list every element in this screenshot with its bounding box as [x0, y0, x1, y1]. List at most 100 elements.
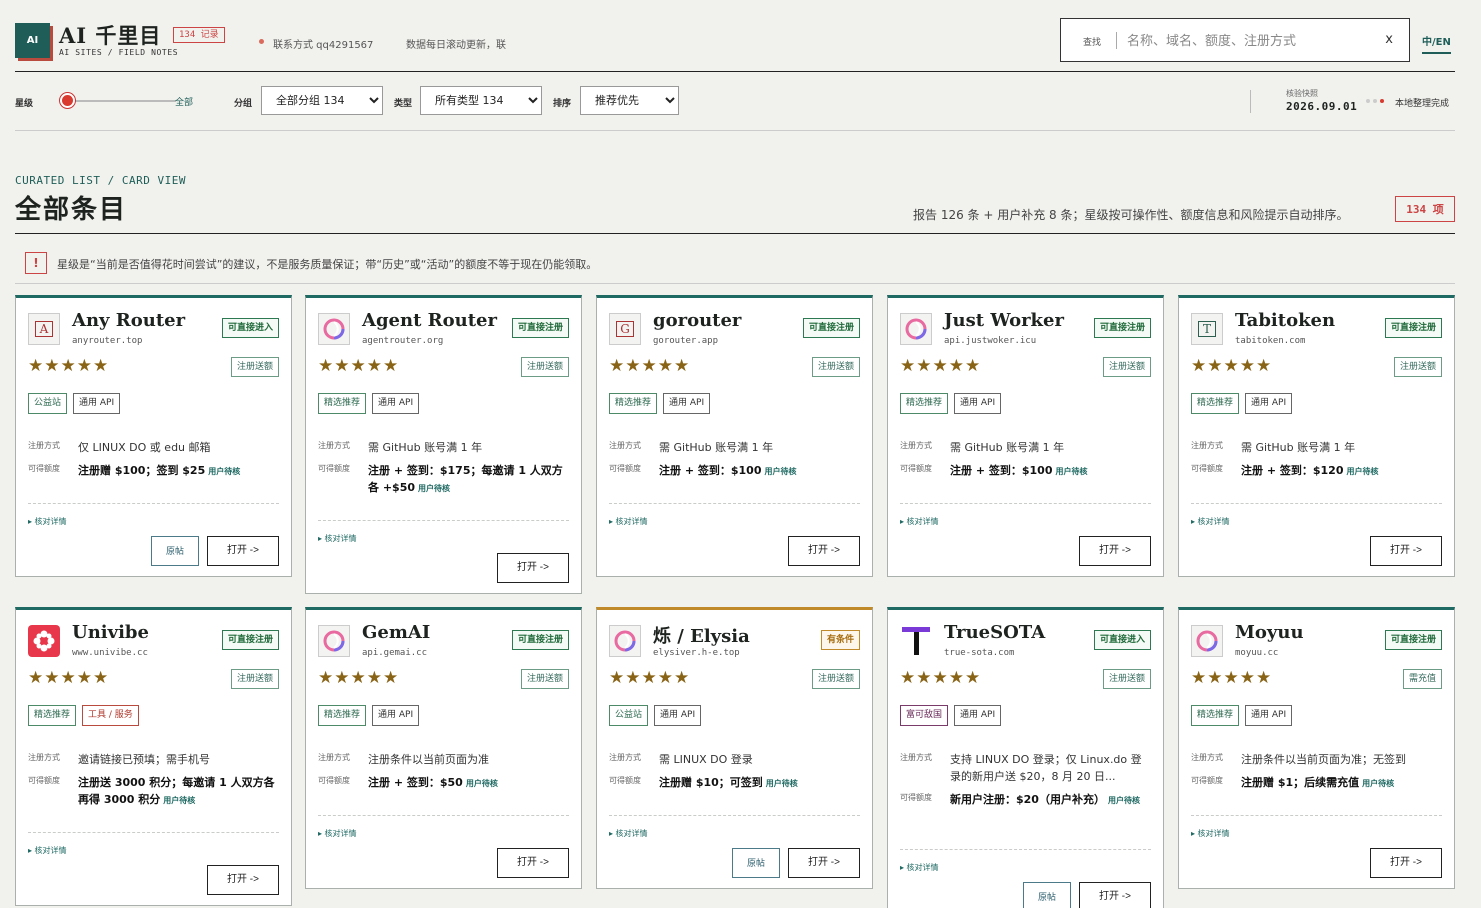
- check-details-toggle[interactable]: ▸ 核对详情: [900, 516, 939, 527]
- search-label: 查找: [1083, 38, 1102, 48]
- bonus-badge: 注册送额: [230, 357, 279, 377]
- site-name[interactable]: Agent Router: [362, 310, 497, 331]
- quota-value: 新用户注册：$20（用户补充） 用户待核: [950, 791, 1151, 809]
- site-title: AI 千里目: [59, 23, 162, 48]
- quota-value: 注册 + 签到：$175；每邀请 1 人双方各 +$50 用户待核: [368, 462, 569, 497]
- tag: 公益站: [28, 393, 68, 414]
- card-actions: 打开 ->: [1079, 536, 1151, 566]
- site-logo-icon: [318, 313, 350, 345]
- open-site-button[interactable]: 打开 ->: [497, 553, 569, 583]
- tag: 公益站: [609, 705, 649, 726]
- site-name[interactable]: 烁 / Elysia: [653, 622, 750, 648]
- status-badge: 可直接注册: [802, 318, 860, 338]
- open-site-button[interactable]: 打开 ->: [497, 848, 569, 878]
- check-details-toggle[interactable]: ▸ 核对详情: [28, 845, 67, 856]
- site-logo-icon: [900, 625, 932, 657]
- tag-list: 精选推荐 通用 API: [1191, 393, 1293, 414]
- check-details-toggle[interactable]: ▸ 核对详情: [609, 828, 648, 839]
- site-name[interactable]: GemAI: [362, 622, 430, 643]
- group-select[interactable]: 全部分组 134: [261, 86, 383, 115]
- filter-divider: [1250, 90, 1251, 113]
- site-logo-letter: G: [616, 321, 634, 337]
- status-badge: 可直接注册: [511, 630, 569, 650]
- bonus-badge: 注册送额: [811, 669, 860, 689]
- quota-value: 注册赠 $100；签到 $25 用户待核: [78, 462, 279, 480]
- record-count-badge: 134 记录: [173, 27, 225, 43]
- site-name[interactable]: gorouter: [653, 310, 741, 331]
- registration-label: 注册方式: [1191, 753, 1223, 762]
- status-badge: 可直接注册: [511, 318, 569, 338]
- quota-text: 注册 + 签到：$100: [950, 464, 1053, 477]
- original-post-button[interactable]: 原帖: [1022, 882, 1071, 908]
- star-slider-track[interactable]: [66, 100, 176, 102]
- quota-label: 可得额度: [609, 776, 641, 785]
- open-site-button[interactable]: 打开 ->: [207, 865, 279, 895]
- quota-value: 注册 + 签到：$120 用户待核: [1241, 462, 1442, 480]
- tag: 通用 API: [663, 393, 711, 414]
- tag: 精选推荐: [318, 393, 367, 414]
- quota-label: 可得额度: [900, 464, 932, 473]
- logo[interactable]: AI: [15, 23, 50, 58]
- site-card: Ggorouter gorouter.app 可直接注册 ★★★★★ 注册送额 精选推荐通…: [596, 295, 873, 577]
- notice-bar: ! 星级是“当前是否值得花时间尝试”的建议，不是服务质量保证；带“历史”或“活动…: [15, 240, 1455, 284]
- open-site-button[interactable]: 打开 ->: [1079, 536, 1151, 566]
- site-domain: www.univibe.cc: [72, 648, 148, 658]
- section-kicker: CURATED LIST / CARD VIEW: [15, 174, 186, 187]
- contact-info: 联系方式 qq4291567: [273, 40, 374, 51]
- tag: 通用 API: [73, 393, 121, 414]
- open-site-button[interactable]: 打开 ->: [788, 848, 860, 878]
- user-pending-tag: 用户待核: [1055, 467, 1088, 476]
- news-ticker: 数据每日滚动更新，联: [406, 40, 506, 51]
- star-rating: ★★★★★: [28, 668, 110, 688]
- site-name[interactable]: Tabitoken: [1235, 310, 1335, 331]
- quota-label: 可得额度: [900, 793, 932, 802]
- check-details-toggle[interactable]: ▸ 核对详情: [900, 862, 939, 873]
- site-card: 烁 / Elysia elysiver.h-e.top 有条件 ★★★★★ 注册送额 公益…: [596, 607, 873, 889]
- site-name[interactable]: TrueSOTA: [944, 622, 1045, 643]
- check-details-toggle[interactable]: ▸ 核对详情: [609, 516, 648, 527]
- status-badge: 可直接进入: [1093, 630, 1151, 650]
- star-filter-label: 星级: [15, 99, 34, 109]
- bonus-badge: 注册送额: [811, 357, 860, 377]
- user-pending-tag: 用户待核: [418, 484, 451, 493]
- snapshot-date-label: 核验快照: [1286, 89, 1318, 98]
- star-slider-value: 全部: [175, 98, 194, 108]
- clear-search-button[interactable]: x: [1385, 32, 1393, 47]
- registration-value: 注册条件以当前页面为准: [368, 753, 489, 766]
- original-post-button[interactable]: 原帖: [731, 848, 780, 878]
- tag-list: 精选推荐 通用 API: [900, 393, 1002, 414]
- sort-select[interactable]: 推荐优先: [580, 86, 679, 115]
- status-dot-icon: [1366, 99, 1370, 103]
- site-logo-icon: [1191, 625, 1223, 657]
- warning-icon: !: [25, 252, 47, 274]
- site-name[interactable]: Just Worker: [944, 310, 1064, 331]
- site-domain: gorouter.app: [653, 336, 719, 346]
- check-details-toggle[interactable]: ▸ 核对详情: [318, 828, 357, 839]
- check-details-toggle[interactable]: ▸ 核对详情: [1191, 516, 1230, 527]
- check-details-toggle[interactable]: ▸ 核对详情: [318, 533, 357, 544]
- open-site-button[interactable]: 打开 ->: [207, 536, 279, 566]
- check-details-toggle[interactable]: ▸ 核对详情: [28, 516, 67, 527]
- type-select[interactable]: 所有类型 134: [420, 86, 542, 115]
- search-input[interactable]: [1127, 30, 1377, 52]
- status-dot-icon: [1373, 99, 1377, 103]
- card-actions: 打开 ->: [497, 553, 569, 583]
- language-toggle[interactable]: 中/EN: [1422, 33, 1451, 54]
- open-site-button[interactable]: 打开 ->: [1079, 882, 1151, 908]
- original-post-button[interactable]: 原帖: [150, 536, 199, 566]
- user-pending-tag: 用户待核: [163, 796, 196, 805]
- quota-label: 可得额度: [1191, 776, 1223, 785]
- tag: 通用 API: [954, 393, 1002, 414]
- open-site-button[interactable]: 打开 ->: [1370, 536, 1442, 566]
- user-pending-tag: 用户待核: [1362, 779, 1395, 788]
- section-title: 全部条目: [15, 195, 128, 225]
- check-details-toggle[interactable]: ▸ 核对详情: [1191, 828, 1230, 839]
- site-name[interactable]: Any Router: [72, 310, 185, 331]
- status-badge: 可直接进入: [221, 318, 279, 338]
- open-site-button[interactable]: 打开 ->: [788, 536, 860, 566]
- site-name[interactable]: Univibe: [72, 622, 149, 643]
- open-site-button[interactable]: 打开 ->: [1370, 848, 1442, 878]
- site-domain: elysiver.h-e.top: [653, 648, 740, 658]
- star-slider-thumb[interactable]: [60, 93, 75, 108]
- site-name[interactable]: Moyuu: [1235, 622, 1304, 643]
